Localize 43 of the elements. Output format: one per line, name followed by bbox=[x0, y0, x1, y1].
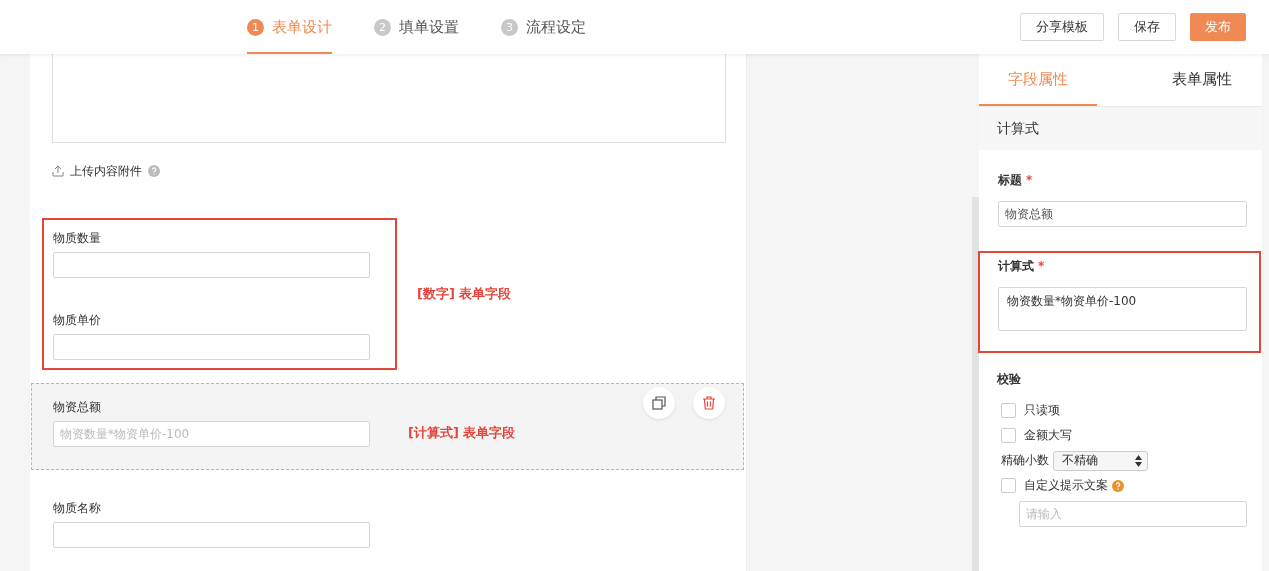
upload-link[interactable]: 上传内容附件 bbox=[70, 162, 142, 180]
option-label: 只读项 bbox=[1024, 402, 1060, 419]
option-label: 金额大写 bbox=[1024, 427, 1072, 444]
field-block[interactable]: 物质名称 bbox=[30, 483, 746, 561]
input-field[interactable] bbox=[53, 334, 370, 360]
section-heading: 校验 bbox=[996, 371, 1022, 388]
required-mark: * bbox=[1026, 173, 1033, 187]
section-title: 计算式 bbox=[979, 107, 1262, 150]
text-area[interactable] bbox=[52, 54, 726, 143]
required-mark: * bbox=[1038, 259, 1045, 273]
delete-button[interactable] bbox=[693, 387, 725, 419]
header-button[interactable]: 分享模板 bbox=[1020, 13, 1104, 41]
updown-icon bbox=[1135, 454, 1142, 467]
option-label: 精确小数 bbox=[1001, 452, 1049, 469]
select-field[interactable]: 不精确 bbox=[1053, 450, 1148, 471]
input-field[interactable]: 请输入 bbox=[1019, 501, 1247, 527]
step-number: 1 bbox=[247, 18, 264, 36]
copy-button[interactable] bbox=[643, 387, 675, 419]
checkbox[interactable] bbox=[1001, 478, 1016, 493]
field-block[interactable]: 物资总额 物资数量*物资单价-100 [计算式] 表单字段 bbox=[31, 383, 744, 470]
input-field[interactable]: 物资总额 bbox=[998, 201, 1247, 227]
annotation-text: [计算式] 表单字段 bbox=[408, 424, 516, 442]
panel-tab[interactable]: 表单属性 bbox=[1142, 54, 1262, 106]
input-field[interactable] bbox=[53, 252, 370, 278]
formula-field[interactable]: 物资数量*物资单价-100 bbox=[998, 287, 1247, 331]
field-label: 物质数量 bbox=[53, 230, 102, 246]
field-label: 物质单价 bbox=[53, 312, 102, 328]
field-label: 物质名称 bbox=[53, 500, 102, 516]
option-label: 自定义提示文案 bbox=[1024, 477, 1108, 494]
copy-icon bbox=[652, 396, 666, 410]
field-label: 标题 bbox=[998, 173, 1022, 187]
help-icon bbox=[148, 165, 160, 177]
field-label: 物资总额 bbox=[53, 399, 102, 415]
upload-icon bbox=[52, 165, 64, 177]
trash-icon bbox=[702, 396, 716, 410]
header-button[interactable]: 保存 bbox=[1118, 13, 1176, 41]
annotation-text: [数字] 表单字段 bbox=[417, 285, 512, 303]
checkbox[interactable] bbox=[1001, 428, 1016, 443]
field-label: 计算式 bbox=[998, 259, 1034, 273]
input-field[interactable]: 物资数量*物资单价-100 bbox=[53, 421, 370, 447]
checkbox[interactable] bbox=[1001, 403, 1016, 418]
scrollbar[interactable] bbox=[972, 197, 979, 571]
input-field[interactable] bbox=[53, 522, 370, 548]
